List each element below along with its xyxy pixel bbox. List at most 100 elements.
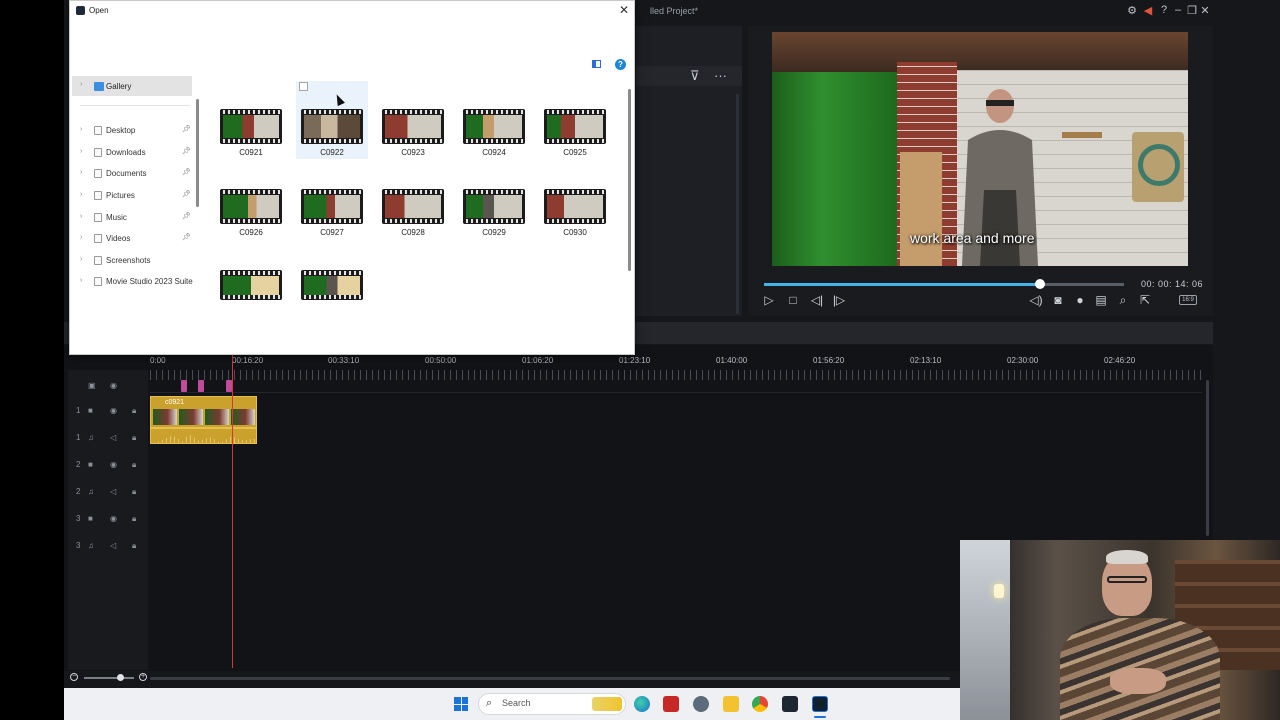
- file-name: C0928: [401, 228, 425, 237]
- timeline-horizontal-scrollbar[interactable]: [150, 677, 950, 680]
- nav-item-desktop[interactable]: › Desktop 📌︎: [72, 122, 192, 140]
- lock-icon[interactable]: 🔒︎: [132, 514, 136, 524]
- nav-item-documents[interactable]: › Documents 📌︎: [72, 165, 192, 183]
- lock-icon[interactable]: 🔒︎: [132, 406, 136, 416]
- zoom-slider[interactable]: [84, 677, 134, 679]
- snapshot-icon[interactable]: ◙: [1050, 293, 1066, 307]
- nav-item-downloads[interactable]: › Downloads 📌︎: [72, 144, 192, 162]
- file-tile-c0925[interactable]: C0925: [542, 109, 608, 167]
- file-tile-c0930[interactable]: C0930: [542, 189, 608, 247]
- speaker-icon[interactable]: ◁: [110, 541, 116, 550]
- play-icon[interactable]: ▷: [761, 293, 777, 307]
- video-editor-icon[interactable]: [782, 696, 798, 712]
- close-icon[interactable]: ✕: [1197, 4, 1213, 17]
- chevron-right-icon[interactable]: ›: [80, 213, 82, 220]
- file-tile-c0923[interactable]: C0923: [380, 109, 446, 167]
- file-explorer-icon[interactable]: [723, 696, 739, 712]
- eye-icon[interactable]: ◉: [110, 406, 117, 415]
- preview-pane-icon[interactable]: [592, 60, 601, 68]
- eye-icon[interactable]: ◉: [110, 460, 117, 469]
- lock-icon[interactable]: 🔒︎: [132, 487, 136, 497]
- previous-frame-icon[interactable]: ◁|: [809, 293, 825, 307]
- select-checkbox[interactable]: [299, 82, 308, 91]
- chapter-marker[interactable]: [198, 380, 204, 392]
- file-tile-c0924[interactable]: C0924: [461, 109, 527, 167]
- file-name: C0924: [482, 148, 506, 157]
- library-icon[interactable]: ▣: [88, 381, 96, 390]
- nav-item-videos[interactable]: › Videos 📌︎: [72, 230, 192, 248]
- webcam-overlay: [960, 540, 1280, 720]
- eye-icon[interactable]: ◉: [110, 514, 117, 523]
- timeline-vertical-scrollbar[interactable]: [1206, 380, 1209, 536]
- subtitle-icon[interactable]: ▤: [1093, 293, 1109, 307]
- chrome-icon[interactable]: [752, 696, 768, 712]
- gear-icon[interactable]: ⚙: [1124, 4, 1140, 17]
- scrubber-handle[interactable]: [1035, 279, 1045, 289]
- speaker-icon[interactable]: ◁: [110, 487, 116, 496]
- video-thumbnail: [301, 109, 363, 144]
- powerdirector-icon[interactable]: [812, 696, 828, 712]
- chevron-right-icon[interactable]: ›: [80, 169, 82, 176]
- aspect-ratio-badge[interactable]: 16:9: [1179, 295, 1197, 305]
- windows-start-icon[interactable]: [454, 697, 468, 711]
- chevron-right-icon[interactable]: ›: [80, 126, 82, 133]
- more-options-icon[interactable]: ···: [714, 68, 727, 83]
- settings-icon[interactable]: [693, 696, 709, 712]
- thumbnail-image: [385, 195, 441, 218]
- zoom-in-icon[interactable]: +: [139, 673, 147, 681]
- filter-icon[interactable]: ⊽: [690, 68, 700, 84]
- pin-icon: 📌︎: [182, 169, 191, 176]
- chapter-marker[interactable]: [181, 380, 187, 392]
- undock-icon[interactable]: ⇱: [1137, 293, 1153, 307]
- display-quality-icon[interactable]: ●: [1072, 293, 1088, 307]
- nav-scrollbar[interactable]: [196, 99, 199, 207]
- close-icon[interactable]: ✕: [619, 3, 629, 17]
- file-tile-c0927[interactable]: C0927: [299, 189, 365, 247]
- file-tile-c0926[interactable]: C0926: [218, 189, 284, 247]
- zoom-out-icon[interactable]: −: [70, 673, 78, 681]
- audio-clip[interactable]: [150, 428, 257, 444]
- next-frame-icon[interactable]: |▷: [831, 293, 847, 307]
- chevron-right-icon[interactable]: ›: [80, 256, 82, 263]
- nav-item-pictures[interactable]: › Pictures 📌︎: [72, 187, 192, 205]
- lock-icon[interactable]: 🔒︎: [132, 433, 136, 443]
- lock-icon[interactable]: 🔒︎: [132, 541, 136, 551]
- file-tile-c0922[interactable]: C0922: [299, 109, 365, 167]
- file-name: C0922: [320, 148, 344, 157]
- zoom-icon[interactable]: ⌕: [1115, 293, 1131, 308]
- track-row-header: ▣ ◉: [72, 381, 146, 395]
- preview-video-frame[interactable]: work area and more: [772, 32, 1188, 266]
- mcafee-icon[interactable]: [663, 696, 679, 712]
- chevron-right-icon[interactable]: ›: [80, 81, 82, 88]
- zoom-slider-handle[interactable]: [117, 674, 124, 681]
- nav-item-movie-studio[interactable]: › Movie Studio 2023 Suite: [72, 273, 193, 291]
- volume-icon[interactable]: ◁): [1028, 293, 1044, 307]
- help-icon[interactable]: ?: [615, 59, 626, 70]
- timeline-playhead[interactable]: [232, 352, 233, 668]
- panel-scrollbar[interactable]: [736, 94, 739, 314]
- nav-item-screenshots[interactable]: › Screenshots: [72, 252, 192, 270]
- file-tile-c0928[interactable]: C0928: [380, 189, 446, 247]
- chevron-right-icon[interactable]: ›: [80, 148, 82, 155]
- file-tile-partial[interactable]: [218, 270, 284, 300]
- video-subtitle: work area and more: [910, 230, 1035, 246]
- file-tile-c0921[interactable]: C0921: [218, 109, 284, 167]
- file-name: C0925: [563, 148, 587, 157]
- megaphone-icon[interactable]: ◀: [1140, 4, 1156, 17]
- file-list-scrollbar[interactable]: [628, 89, 631, 271]
- edge-icon[interactable]: [634, 696, 650, 712]
- lock-icon[interactable]: 🔒︎: [132, 460, 136, 470]
- file-tile-partial[interactable]: [299, 270, 365, 300]
- video-clip[interactable]: c0921: [150, 396, 257, 428]
- stop-icon[interactable]: □: [785, 293, 801, 307]
- chevron-right-icon[interactable]: ›: [80, 277, 82, 284]
- eye-icon[interactable]: ◉: [110, 381, 117, 390]
- file-tile-c0929[interactable]: C0929: [461, 189, 527, 247]
- nav-item-music[interactable]: › Music 📌︎: [72, 209, 192, 227]
- chevron-right-icon[interactable]: ›: [80, 191, 82, 198]
- speaker-icon[interactable]: ◁: [110, 433, 116, 442]
- file-name: C0923: [401, 148, 425, 157]
- search-highlight-icon[interactable]: [592, 697, 622, 711]
- chevron-right-icon[interactable]: ›: [80, 234, 82, 241]
- nav-item-gallery[interactable]: › Gallery: [72, 76, 192, 96]
